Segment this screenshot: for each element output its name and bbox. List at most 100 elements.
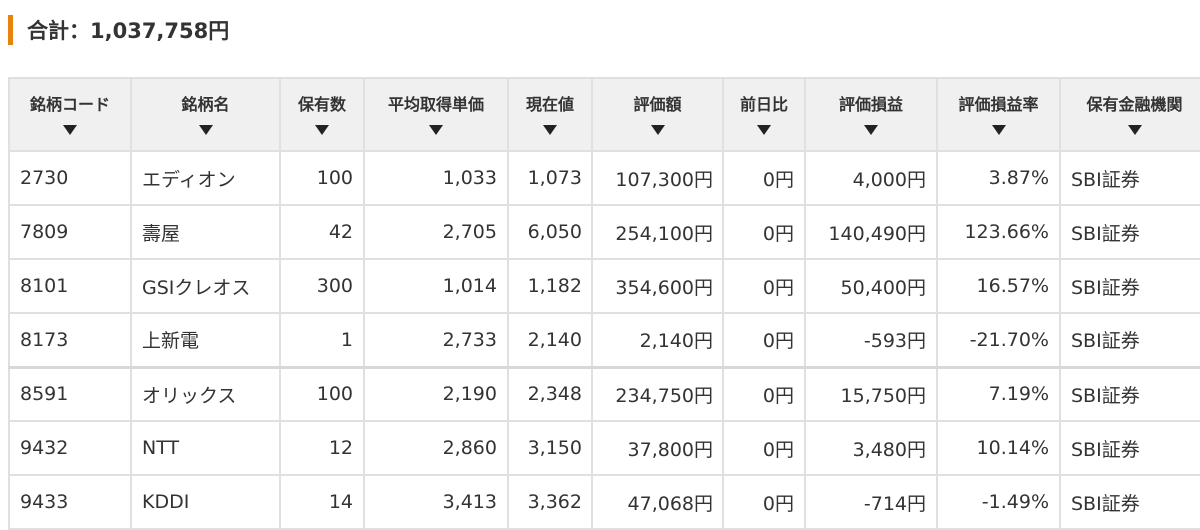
cell-avg-cost: 1,014 (363, 258, 509, 314)
cell-price: 3,362 (507, 474, 593, 530)
cell-pnl: 15,750円 (804, 365, 938, 422)
cell-day-change: 0円 (722, 474, 806, 530)
cell-value: 354,600円 (591, 258, 724, 314)
cell-quantity: 1 (279, 312, 365, 368)
cell-avg-cost: 1,033 (363, 150, 509, 206)
cell-pnl-rate: 10.14% (936, 420, 1061, 476)
cell-price: 2,348 (507, 365, 593, 422)
table-row: 9433 KDDI 14 3,413 3,362 47,068円 0円 -714… (8, 474, 1200, 530)
cell-name: 壽屋 (130, 204, 281, 260)
column-header-broker[interactable]: 保有金融機関 (1059, 77, 1200, 152)
cell-avg-cost: 2,733 (363, 312, 509, 368)
cell-quantity: 42 (279, 204, 365, 260)
cell-code: 9433 (8, 474, 132, 530)
sort-caret-down-icon[interactable] (864, 125, 878, 135)
sort-caret-down-icon[interactable] (198, 125, 213, 135)
cell-day-change: 0円 (722, 365, 806, 422)
cell-pnl: 3,480円 (804, 420, 938, 476)
cell-broker: SBI証券 (1059, 474, 1200, 530)
column-header-pnl-rate[interactable]: 評価損益率 (936, 77, 1061, 152)
cell-pnl-rate: 7.19% (936, 365, 1061, 422)
cell-day-change: 0円 (722, 312, 806, 368)
sort-caret-down-icon[interactable] (991, 125, 1006, 135)
cell-quantity: 100 (279, 365, 365, 422)
cell-value: 107,300円 (591, 150, 724, 206)
header-label: 平均取得単価 (387, 95, 484, 114)
cell-broker: SBI証券 (1059, 365, 1200, 422)
header-label: 前日比 (739, 95, 788, 114)
cell-broker: SBI証券 (1059, 204, 1200, 260)
column-header-name[interactable]: 銘柄名 (130, 77, 281, 152)
cell-code: 7809 (8, 204, 132, 260)
cell-name: NTT (130, 420, 281, 476)
header-label: 評価損益率 (958, 95, 1039, 114)
cell-code: 8101 (8, 258, 132, 314)
header-label: 現在値 (525, 95, 574, 114)
cell-pnl: -593円 (804, 312, 938, 368)
accent-bar (8, 15, 13, 45)
cell-day-change: 0円 (722, 258, 806, 314)
sort-caret-down-icon[interactable] (757, 125, 771, 135)
header-row: 銘柄コード 銘柄名 保有数 平均取得単価 現在値 評価額 前日比 評価損益 評価… (8, 77, 1200, 152)
cell-name: エディオン (130, 150, 281, 206)
cell-broker: SBI証券 (1059, 312, 1200, 368)
cell-quantity: 12 (279, 420, 365, 476)
header-label: 評価額 (633, 95, 682, 114)
holdings-body: 2730 エディオン 100 1,033 1,073 107,300円 0円 4… (8, 150, 1200, 530)
cell-code: 9432 (8, 420, 132, 476)
sort-caret-down-icon[interactable] (63, 125, 77, 135)
cell-code: 8173 (8, 312, 132, 368)
column-header-value[interactable]: 評価額 (591, 77, 724, 152)
header-label: 銘柄コード (29, 95, 110, 114)
sort-caret-down-icon[interactable] (543, 125, 557, 135)
cell-broker: SBI証券 (1059, 258, 1200, 314)
cell-value: 2,140円 (591, 312, 724, 368)
cell-quantity: 14 (279, 474, 365, 530)
cell-pnl-rate: -21.70% (936, 312, 1061, 368)
sort-caret-down-icon[interactable] (429, 125, 443, 135)
header-label: 銘柄名 (181, 95, 230, 114)
sort-caret-down-icon[interactable] (650, 125, 665, 135)
cell-name: GSIクレオス (130, 258, 281, 314)
column-header-price[interactable]: 現在値 (507, 77, 593, 152)
column-header-pnl[interactable]: 評価損益 (804, 77, 938, 152)
cell-avg-cost: 3,413 (363, 474, 509, 530)
cell-price: 2,140 (507, 312, 593, 368)
cell-value: 254,100円 (591, 204, 724, 260)
cell-code: 8591 (8, 365, 132, 422)
column-header-avg-cost[interactable]: 平均取得単価 (363, 77, 509, 152)
cell-price: 1,182 (507, 258, 593, 314)
column-header-day-change[interactable]: 前日比 (722, 77, 806, 152)
table-row: 9432 NTT 12 2,860 3,150 37,800円 0円 3,480… (8, 420, 1200, 476)
holdings-table: 銘柄コード 銘柄名 保有数 平均取得単価 現在値 評価額 前日比 評価損益 評価… (8, 77, 1200, 530)
cell-pnl: 4,000円 (804, 150, 938, 206)
sort-caret-down-icon[interactable] (1127, 125, 1142, 135)
cell-name: 上新電 (130, 312, 281, 368)
cell-broker: SBI証券 (1059, 150, 1200, 206)
sort-caret-down-icon[interactable] (315, 125, 329, 135)
header-label: 保有金融機関 (1086, 95, 1183, 114)
column-header-code[interactable]: 銘柄コード (8, 77, 132, 152)
table-row: 2730 エディオン 100 1,033 1,073 107,300円 0円 4… (8, 150, 1200, 206)
cell-value: 37,800円 (591, 420, 724, 476)
cell-pnl-rate: 123.66% (936, 204, 1061, 260)
cell-broker: SBI証券 (1059, 420, 1200, 476)
column-header-quantity[interactable]: 保有数 (279, 77, 365, 152)
cell-name: KDDI (130, 474, 281, 530)
table-row: 7809 壽屋 42 2,705 6,050 254,100円 0円 140,4… (8, 204, 1200, 260)
cell-price: 3,150 (507, 420, 593, 476)
cell-pnl: 50,400円 (804, 258, 938, 314)
cell-name: オリックス (130, 365, 281, 422)
cell-value: 234,750円 (591, 365, 724, 422)
cell-pnl: -714円 (804, 474, 938, 530)
cell-pnl: 140,490円 (804, 204, 938, 260)
cell-price: 6,050 (507, 204, 593, 260)
cell-day-change: 0円 (722, 420, 806, 476)
header-label: 保有数 (297, 95, 346, 114)
cell-pnl-rate: -1.49% (936, 474, 1061, 530)
total-summary: 合計：1,037,758円 (8, 13, 229, 47)
cell-price: 1,073 (507, 150, 593, 206)
cell-avg-cost: 2,190 (363, 365, 509, 422)
cell-day-change: 0円 (722, 150, 806, 206)
cell-day-change: 0円 (722, 204, 806, 260)
